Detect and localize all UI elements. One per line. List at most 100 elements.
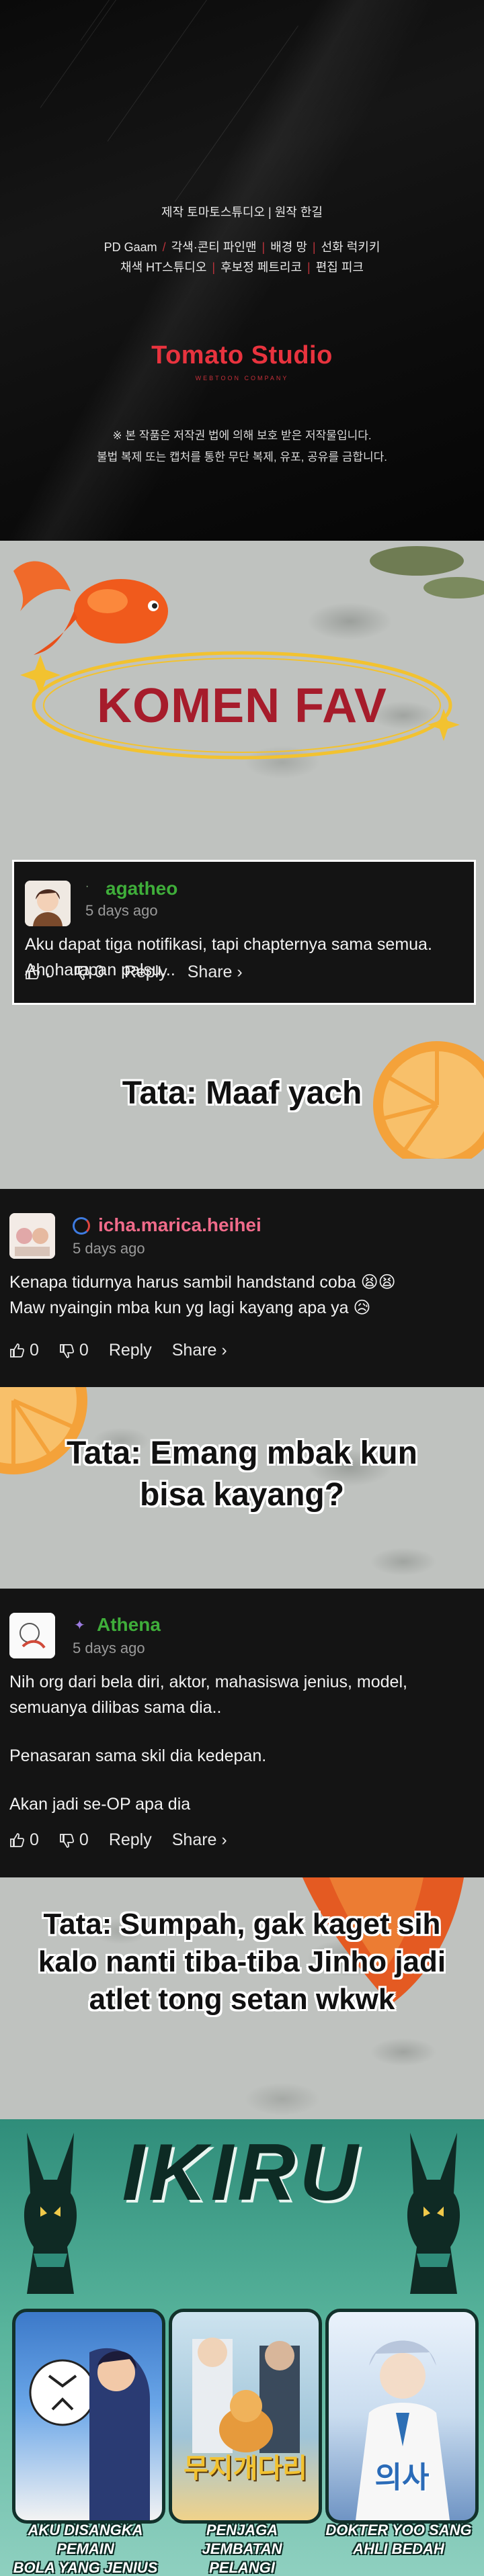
leaf-decoration-icon [370, 546, 484, 598]
dislike-count: 0 [94, 963, 104, 981]
thumbs-down-icon [60, 1343, 74, 1358]
reply-line: Tata: Sumpah, gak kaget sih [43, 1908, 441, 1941]
comment-username[interactable]: Athena [97, 1614, 161, 1636]
comic-cover[interactable]: 무지개다리 [169, 2309, 322, 2524]
comment-line: Akan jadi se-OP apa dia [9, 1795, 191, 1814]
cover-title: 의사 [374, 2461, 430, 2494]
comic-cover-art [192, 2338, 300, 2453]
credit-storyboard: 각색·콘티 파인맨 [171, 240, 257, 254]
thumbs-down-icon [75, 965, 89, 980]
credit-color: 채색 HT스튜디오 [120, 261, 207, 274]
comment-line: Aku dapat tiga notifikasi, tapi chaptern… [25, 935, 432, 954]
banner-title: KOMEN FAV [97, 679, 387, 733]
share-button[interactable]: Share › [172, 1830, 227, 1850]
comment-text: Nih org dari bela diri, aktor, mahasiswa… [9, 1669, 407, 1817]
cover-title: 무지개다리 [184, 2454, 307, 2483]
credit-lineart: 선화 럭키키 [321, 240, 380, 254]
comic-cover[interactable]: 의사 [325, 2309, 479, 2524]
reply-line: bisa kayang? [139, 1477, 345, 1513]
copyright-notice-1: ※ 본 작품은 저작권 법에 의해 보호 받은 저작물입니다. [112, 429, 372, 442]
comment-line: Maw nyaingin mba kun yg lagi kayang apa … [9, 1298, 371, 1317]
copyright-notice-2: 불법 복제 또는 캡처를 통한 무단 복제, 유포, 공유를 금합니다. [96, 451, 388, 463]
credit-editor: 편집 피크 [315, 261, 364, 274]
credit-line-staff-2: 채색 HT스튜디오 | 후보정 페트리코 | 편집 피크 [120, 261, 364, 274]
ikiru-promo-section: IKIRU 무지개다리 의사 AKU DISANGKA PEMAIN BOLA … [0, 2119, 484, 2576]
avatar [9, 1213, 55, 1259]
credit-pd: PD Gaam [104, 240, 157, 254]
user-badge: ✦ [74, 1618, 85, 1633]
thumbs-up-icon [26, 965, 40, 979]
like-count: 0 [45, 963, 54, 981]
comment-date: 5 days ago [85, 902, 158, 919]
thumbs-down-icon [60, 1833, 74, 1848]
comment-card: icha.marica.heihei 5 days ago Kenapa tid… [0, 1189, 484, 1387]
dislike-count: 0 [79, 1830, 89, 1849]
share-button[interactable]: Share › [172, 1341, 227, 1360]
comic-cover-art [29, 2348, 150, 2520]
comment-line: Nih org dari bela diri, aktor, mahasiswa… [9, 1673, 407, 1691]
caption-line: DOKTER YOO SANG [325, 2522, 472, 2538]
reply-line: kalo nanti tiba-tiba Jinho jadi [38, 1945, 446, 1978]
like-button[interactable]: 0 [9, 1830, 39, 1850]
comment-line-blank [9, 1720, 407, 1743]
like-button[interactable]: 0 [9, 1341, 39, 1360]
comment-line: semuanya dilibas sama dia.. [9, 1698, 222, 1717]
reply-section: Tata: Emang mbak kun bisa kayang? [0, 1387, 484, 1589]
reply-button[interactable]: Reply [109, 1341, 152, 1360]
comment-date: 5 days ago [73, 1640, 145, 1656]
tomato-studio-subtitle: WEBTOON COMPANY [195, 375, 289, 382]
comic-cover[interactable] [12, 2309, 165, 2524]
credit-line-staff-1: PD Gaam / 각색·콘티 파인맨 | 배경 망 | 선화 럭키키 [104, 240, 380, 254]
comment-line-blank [9, 1769, 407, 1791]
caption-line: AHLI BEDAH [353, 2540, 444, 2557]
like-button[interactable]: 0 [25, 963, 54, 982]
reply-line: Tata: Emang mbak kun [67, 1435, 417, 1471]
comic-caption[interactable]: PENJAGA JEMBATAN PELANGI [165, 2521, 319, 2576]
comment-text: Kenapa tidurnya harus sambil handstand c… [9, 1270, 396, 1321]
credits-section: 제작 토마토스튜디오 | 원작 한길 PD Gaam / 각색·콘티 파인맨 | 배경 … [0, 0, 484, 541]
reply-text: Tata: Maaf yach [122, 1075, 362, 1111]
comment-card: · agatheo 5 days ago Aku dapat tiga noti… [12, 860, 476, 1005]
comment-actions: 0 0 Reply Share › [9, 1830, 247, 1850]
user-badge-icon [73, 1217, 90, 1235]
reply-section: Tata: Sumpah, gak kaget sih kalo nanti t… [0, 1877, 484, 2119]
reply-text: Tata: Sumpah, gak kaget sih kalo nanti t… [0, 1906, 484, 2018]
credit-background: 배경 망 [270, 240, 307, 254]
background-streak [174, 26, 298, 202]
thumbs-up-icon [10, 1343, 25, 1358]
share-button[interactable]: Share › [188, 963, 243, 982]
caption-line: AKU DISANGKA PEMAIN [28, 2522, 143, 2557]
like-count: 0 [30, 1341, 39, 1360]
komen-fav-section: KOMEN FAV · agatheo 5 days ago Aku dapat… [0, 541, 484, 1189]
thumbs-up-icon [10, 1832, 25, 1847]
reply-button[interactable]: Reply [124, 963, 167, 982]
comment-username[interactable]: agatheo [106, 878, 177, 899]
comment-actions: 0 0 Reply Share › [9, 1341, 247, 1360]
tomato-studio-logo: Tomato Studio [151, 341, 333, 369]
ikiru-logo: IKIRU [122, 2127, 362, 2217]
reply-line: atlet tong setan wkwk [89, 1983, 395, 2016]
caption-line: BOLA YANG JENIUS [13, 2559, 158, 2576]
avatar [9, 1613, 55, 1658]
comic-caption[interactable]: DOKTER YOO SANG AHLI BEDAH [321, 2521, 476, 2559]
dislike-count: 0 [79, 1341, 89, 1360]
comment-actions: 0 0 Reply Share › [25, 963, 263, 982]
comic-caption[interactable]: AKU DISANGKA PEMAIN BOLA YANG JENIUS [8, 2521, 163, 2576]
background-streak [80, 0, 243, 41]
caption-line: PENJAGA JEMBATAN [202, 2522, 282, 2557]
comment-card: ✦ Athena 5 days ago Nih org dari bela di… [0, 1589, 484, 1877]
reply-button[interactable]: Reply [109, 1830, 152, 1850]
dislike-button[interactable]: 0 [75, 963, 104, 982]
avatar [25, 881, 71, 926]
comment-line: Kenapa tidurnya harus sambil handstand c… [9, 1273, 396, 1292]
user-badge: · [85, 881, 89, 892]
dislike-button[interactable]: 0 [59, 1341, 89, 1360]
dislike-button[interactable]: 0 [59, 1830, 89, 1850]
credit-line-production: 제작 토마토스튜디오 | 원작 한길 [161, 206, 323, 219]
credit-post: 후보정 페트리코 [220, 261, 302, 274]
caption-line: PELANGI [209, 2559, 275, 2576]
comment-date: 5 days ago [73, 1240, 145, 1257]
comment-line: Penasaran sama skil dia kedepan. [9, 1746, 267, 1765]
like-count: 0 [30, 1830, 39, 1849]
comment-username[interactable]: icha.marica.heihei [98, 1214, 261, 1236]
